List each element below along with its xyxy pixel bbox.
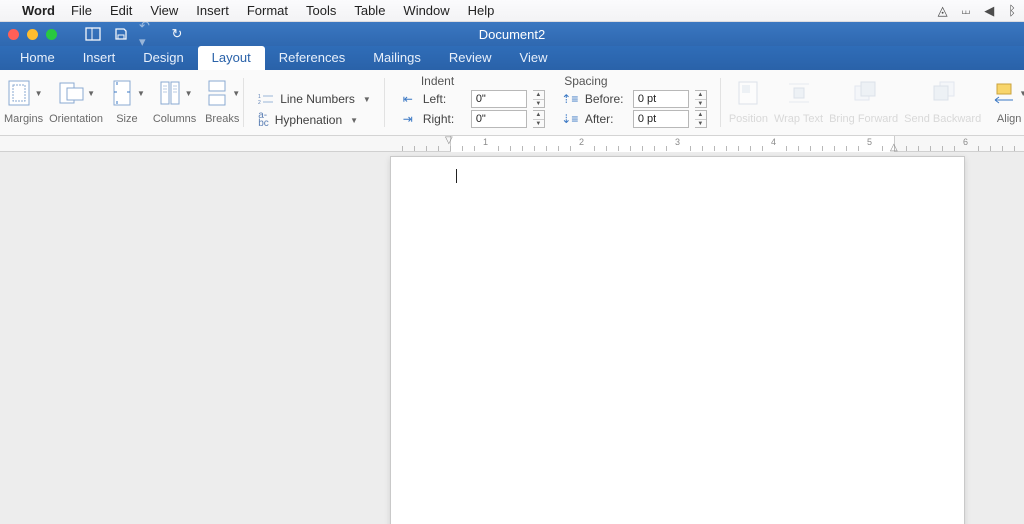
columns-button[interactable]: ▼ Columns bbox=[153, 76, 196, 125]
airplay-icon[interactable]: ⏙ bbox=[962, 3, 971, 19]
svg-text:2: 2 bbox=[258, 100, 261, 106]
wrap-text-button: Wrap Text bbox=[774, 76, 823, 125]
orientation-label: Orientation bbox=[49, 113, 103, 125]
redo-button[interactable]: ↻ bbox=[167, 25, 187, 43]
window-titlebar: ↶ ▾ ↻ Document2 bbox=[0, 22, 1024, 46]
spacing-before-input[interactable]: 0 pt bbox=[633, 90, 689, 108]
margins-button[interactable]: ▼ Margins bbox=[4, 76, 43, 125]
menu-table[interactable]: Table bbox=[354, 3, 385, 18]
breaks-label: Breaks bbox=[205, 113, 239, 125]
ruler-number: 2 bbox=[579, 137, 584, 147]
align-label: Align bbox=[997, 113, 1021, 125]
ruler-number: 6 bbox=[963, 137, 968, 147]
wrap-text-label: Wrap Text bbox=[774, 113, 823, 125]
setup-more-group: 12 Line Numbers▼ a-bc Hyphenation▼ bbox=[244, 70, 385, 135]
menu-view[interactable]: View bbox=[150, 3, 178, 18]
spacing-after-icon: ⇣≡ bbox=[561, 112, 579, 126]
menu-tools[interactable]: Tools bbox=[306, 3, 336, 18]
tab-home[interactable]: Home bbox=[6, 46, 69, 70]
menu-help[interactable]: Help bbox=[468, 3, 495, 18]
bring-forward-label: Bring Forward bbox=[829, 113, 898, 125]
menu-file[interactable]: File bbox=[71, 3, 92, 18]
bring-forward-button: Bring Forward bbox=[829, 76, 898, 125]
ruler-number: 1 bbox=[483, 137, 488, 147]
spacing-before-icon: ⇡≡ bbox=[561, 92, 579, 106]
document-area: 1234567▽△ bbox=[0, 136, 1024, 524]
ruler-number: 3 bbox=[675, 137, 680, 147]
ruler-number: 5 bbox=[867, 137, 872, 147]
spacing-header: Spacing bbox=[564, 74, 607, 88]
ribbon: ▼ Margins ▼ Orientation ▼ Size ▼ Columns… bbox=[0, 70, 1024, 136]
indent-left-input[interactable]: 0" bbox=[471, 90, 527, 108]
page[interactable] bbox=[390, 156, 965, 524]
first-line-indent-marker[interactable]: ▽ bbox=[445, 136, 453, 146]
tab-layout[interactable]: Layout bbox=[198, 46, 265, 70]
close-button[interactable] bbox=[8, 29, 19, 40]
hyphenation-label: Hyphenation bbox=[275, 113, 342, 127]
align-button[interactable]: ▼ Align bbox=[991, 76, 1024, 125]
save-icon[interactable] bbox=[111, 25, 131, 43]
ruler-active-strip bbox=[450, 136, 895, 152]
zoom-button[interactable] bbox=[46, 29, 57, 40]
indent-left-icon: ⇤ bbox=[399, 92, 417, 106]
spacing-after-input[interactable]: 0 pt bbox=[633, 110, 689, 128]
tab-review[interactable]: Review bbox=[435, 46, 506, 70]
menu-insert[interactable]: Insert bbox=[196, 3, 229, 18]
send-backward-label: Send Backward bbox=[904, 113, 981, 125]
horizontal-ruler[interactable]: 1234567▽△ bbox=[0, 136, 1024, 152]
position-button: Position bbox=[729, 76, 768, 125]
breaks-button[interactable]: ▼ Breaks bbox=[204, 76, 240, 125]
indent-left-stepper[interactable]: ▲▼ bbox=[533, 90, 545, 108]
size-button[interactable]: ▼ Size bbox=[109, 76, 145, 125]
hyphenation-button[interactable]: a-bc Hyphenation▼ bbox=[258, 112, 371, 128]
columns-label: Columns bbox=[153, 113, 196, 125]
spacing-after-label: After: bbox=[585, 112, 627, 126]
bluetooth-icon[interactable]: ᛒ bbox=[1008, 3, 1016, 18]
drive-icon[interactable]: ◬ bbox=[938, 3, 948, 19]
position-label: Position bbox=[729, 113, 768, 125]
line-numbers-button[interactable]: 12 Line Numbers▼ bbox=[258, 92, 371, 106]
indent-right-icon: ⇥ bbox=[399, 112, 417, 126]
text-cursor bbox=[456, 169, 457, 183]
minimize-button[interactable] bbox=[27, 29, 38, 40]
indent-spacing-group: Indent Spacing ⇤ Left: 0" ▲▼ ⇡≡ Before: … bbox=[385, 70, 721, 135]
tab-mailings[interactable]: Mailings bbox=[359, 46, 435, 70]
indent-right-input[interactable]: 0" bbox=[471, 110, 527, 128]
menu-format[interactable]: Format bbox=[247, 3, 288, 18]
app-name[interactable]: Word bbox=[22, 3, 55, 18]
spacing-before-stepper[interactable]: ▲▼ bbox=[695, 90, 707, 108]
volume-icon[interactable]: ◀ bbox=[984, 3, 994, 19]
print-layout-icon[interactable] bbox=[83, 25, 103, 43]
orientation-button[interactable]: ▼ Orientation bbox=[49, 76, 103, 125]
indent-right-stepper[interactable]: ▲▼ bbox=[533, 110, 545, 128]
indent-right-label: Right: bbox=[423, 112, 465, 126]
send-backward-button: Send Backward bbox=[904, 76, 981, 125]
line-numbers-label: Line Numbers bbox=[280, 92, 355, 106]
right-indent-marker[interactable]: △ bbox=[890, 142, 898, 153]
menu-window[interactable]: Window bbox=[403, 3, 449, 18]
indent-left-label: Left: bbox=[423, 92, 465, 106]
menu-edit[interactable]: Edit bbox=[110, 3, 132, 18]
size-label: Size bbox=[116, 113, 137, 125]
tab-insert[interactable]: Insert bbox=[69, 46, 130, 70]
tab-references[interactable]: References bbox=[265, 46, 359, 70]
margins-label: Margins bbox=[4, 113, 43, 125]
spacing-after-stepper[interactable]: ▲▼ bbox=[695, 110, 707, 128]
indent-header: Indent bbox=[421, 74, 454, 88]
ruler-number: 4 bbox=[771, 137, 776, 147]
tab-view[interactable]: View bbox=[506, 46, 562, 70]
undo-button[interactable]: ↶ ▾ bbox=[139, 25, 159, 43]
spacing-before-label: Before: bbox=[585, 92, 627, 106]
